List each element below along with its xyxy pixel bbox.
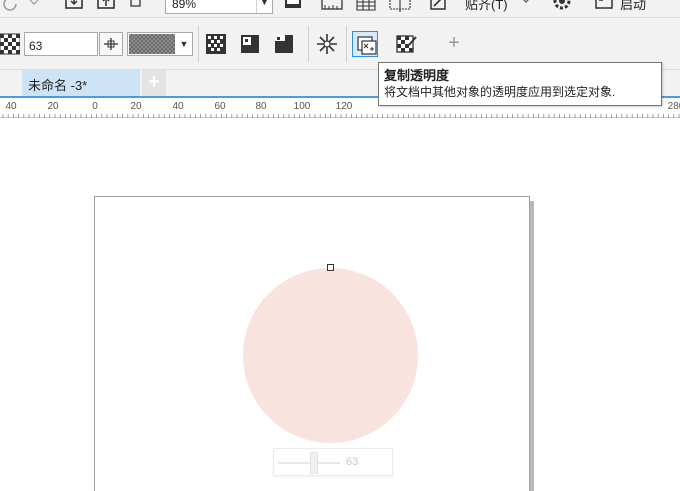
publish-icon[interactable] — [128, 0, 144, 14]
ruler-tick-label: 20 — [130, 101, 142, 112]
import-icon[interactable] — [64, 0, 86, 14]
ruler-tick-label: 40 — [172, 101, 184, 112]
page-shadow — [530, 201, 534, 491]
ellipse-object[interactable] — [243, 268, 418, 443]
selection-handle[interactable] — [327, 264, 334, 271]
app-window: 89% ▼ 贴齐(T) 启动 63 ▼ + 未命名 -3* + 40 20 0 … — [0, 0, 680, 491]
export-icon[interactable] — [96, 0, 118, 14]
ruler-tick-label: 80 — [255, 101, 267, 112]
zoom-level-combo[interactable]: 89% ▼ — [165, 0, 273, 14]
separator — [198, 26, 199, 62]
guidelines-icon[interactable] — [388, 0, 412, 14]
separator — [346, 26, 347, 62]
on-canvas-transparency-slider[interactable]: 63 — [273, 448, 393, 476]
transparency-value-input[interactable] — [24, 32, 98, 56]
launch-icon[interactable] — [594, 0, 616, 14]
chevron-down-icon[interactable]: ▼ — [256, 0, 272, 13]
transparency-slider-button[interactable] — [99, 32, 123, 56]
tooltip: 复制透明度 将文档中其他对象的透明度应用到选定对象. — [378, 62, 662, 106]
ruler-tick-label: 120 — [336, 101, 353, 112]
tab-document[interactable]: 未命名 -3* — [22, 70, 140, 96]
separator — [308, 26, 309, 62]
ruler-tick-label: 60 — [214, 101, 226, 112]
gear-icon[interactable] — [550, 0, 574, 14]
new-tab-button[interactable]: + — [142, 70, 166, 96]
launch-label[interactable]: 启动 — [620, 0, 646, 13]
zoom-level-value: 89% — [172, 0, 197, 11]
ruler-tick-label: 40 — [5, 101, 17, 112]
tooltip-title: 复制透明度 — [384, 68, 450, 83]
ruler-tick-label: 100 — [294, 101, 311, 112]
chevron-down-icon[interactable] — [520, 0, 532, 14]
apply-to-outline-icon[interactable] — [272, 31, 298, 57]
undo-icon[interactable] — [2, 0, 42, 14]
snap-to-icon[interactable] — [428, 0, 450, 14]
ruler-tick-label: 280 — [668, 101, 680, 112]
slider-value: 63 — [346, 456, 359, 468]
slider-thumb[interactable] — [310, 452, 318, 474]
transparency-merge-icon[interactable] — [204, 31, 230, 57]
ruler-tick-label: 20 — [47, 101, 59, 112]
add-preset-button[interactable]: + — [444, 31, 464, 55]
apply-to-fill-icon[interactable] — [238, 31, 264, 57]
tooltip-body: 将文档中其他对象的透明度应用到选定对象. — [384, 85, 616, 99]
standard-toolbar: 89% ▼ 贴齐(T) 启动 — [0, 0, 680, 18]
slider-track — [278, 462, 340, 464]
transparency-checker-icon — [0, 33, 20, 55]
rulers-icon[interactable] — [320, 0, 344, 14]
grid-icon[interactable] — [354, 0, 378, 14]
transparency-pattern-picker[interactable]: ▼ — [127, 32, 193, 56]
edit-transparency-icon[interactable] — [394, 31, 420, 57]
ruler-tick-label: 0 — [92, 101, 98, 112]
pattern-swatch — [129, 34, 175, 54]
full-screen-preview-icon[interactable] — [282, 0, 304, 14]
freeze-transparency-icon[interactable] — [314, 31, 340, 57]
slider-icon — [104, 38, 118, 50]
copy-transparency-icon[interactable] — [352, 31, 378, 57]
snap-to-label[interactable]: 贴齐(T) — [465, 0, 508, 13]
chevron-down-icon[interactable]: ▼ — [176, 33, 192, 55]
